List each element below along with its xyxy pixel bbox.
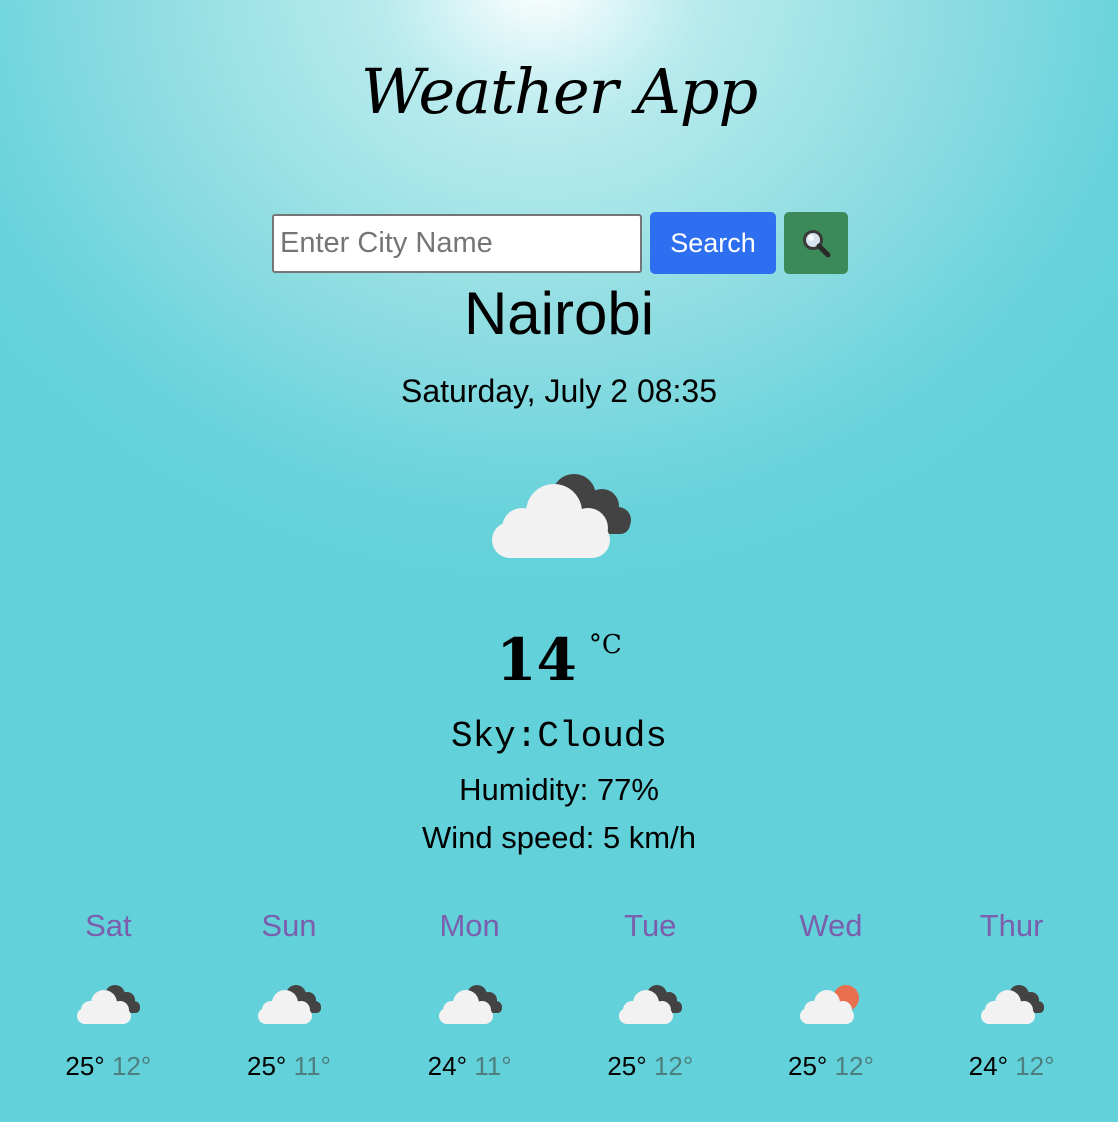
forecast-day-name: Tue: [624, 908, 677, 943]
forecast-temps: 24° 12°: [921, 1048, 1102, 1084]
forecast-day-name: Thur: [979, 908, 1044, 943]
cloudy-icon: [560, 966, 741, 1040]
forecast-temps: 25° 12°: [560, 1048, 741, 1084]
forecast-high: 24°: [968, 1051, 1008, 1081]
forecast-high: 24°: [427, 1051, 467, 1081]
forecast-high: 25°: [247, 1051, 287, 1081]
magnifier-search-button[interactable]: [784, 212, 848, 274]
forecast-low: 12°: [111, 1051, 152, 1081]
forecast-high: 25°: [65, 1051, 105, 1081]
city-search-input[interactable]: [272, 213, 642, 273]
forecast-low: 12°: [1015, 1051, 1055, 1081]
forecast-low: 11°: [474, 1051, 512, 1081]
forecast-day: Thur 24° 12°: [921, 904, 1102, 1084]
cloudy-icon: [18, 966, 199, 1040]
cloudy-icon: [199, 966, 380, 1040]
magnifier-icon: [803, 230, 831, 258]
forecast-temps: 24° 11°: [379, 1048, 560, 1084]
forecast-day: Wed 25° 12°: [741, 904, 922, 1084]
forecast-day-name: Mon: [439, 908, 500, 943]
forecast-day: Mon 24° 11°: [379, 904, 560, 1084]
cloudy-icon: [921, 966, 1102, 1040]
forecast-temps: 25° 11°: [199, 1048, 380, 1084]
search-bar: Search: [272, 210, 848, 276]
forecast-low: 11°: [293, 1051, 331, 1081]
search-button[interactable]: Search: [650, 212, 776, 274]
cloudy-icon: [488, 462, 634, 567]
forecast-temps: 25° 12°: [18, 1048, 199, 1084]
forecast-day: Tue 25° 12°: [560, 904, 741, 1084]
forecast-low: 12°: [653, 1051, 694, 1081]
forecast-day-name: Sat: [85, 908, 132, 943]
forecast-high: 25°: [607, 1051, 647, 1081]
forecast-row: Sat 25° 12° Sun 25° 11° Mon 24° 11° Tue …: [18, 904, 1102, 1084]
forecast-day-name: Wed: [799, 908, 863, 943]
forecast-day-name: Sun: [261, 908, 317, 943]
partly-sunny-icon: [741, 966, 922, 1040]
humidity-text: Humidity: 77%: [459, 772, 659, 807]
wind-speed-text: Wind speed: 5 km/h: [422, 820, 696, 855]
temperature-unit: °C: [588, 630, 622, 660]
forecast-low: 12°: [834, 1051, 874, 1081]
app-title: Weather App: [360, 55, 758, 128]
cloudy-icon: [379, 966, 560, 1040]
current-datetime: Saturday, July 2 08:35: [400, 373, 718, 409]
temperature-block: 14 °C: [0, 622, 1118, 698]
forecast-temps: 25° 12°: [741, 1048, 922, 1084]
forecast-day: Sun 25° 11°: [199, 904, 380, 1084]
forecast-high: 25°: [788, 1051, 828, 1081]
city-name: Nairobi: [463, 280, 655, 347]
forecast-day: Sat 25° 12°: [18, 904, 199, 1084]
temperature-value: 14: [496, 626, 577, 694]
sky-condition: Sky:Clouds: [450, 716, 668, 757]
